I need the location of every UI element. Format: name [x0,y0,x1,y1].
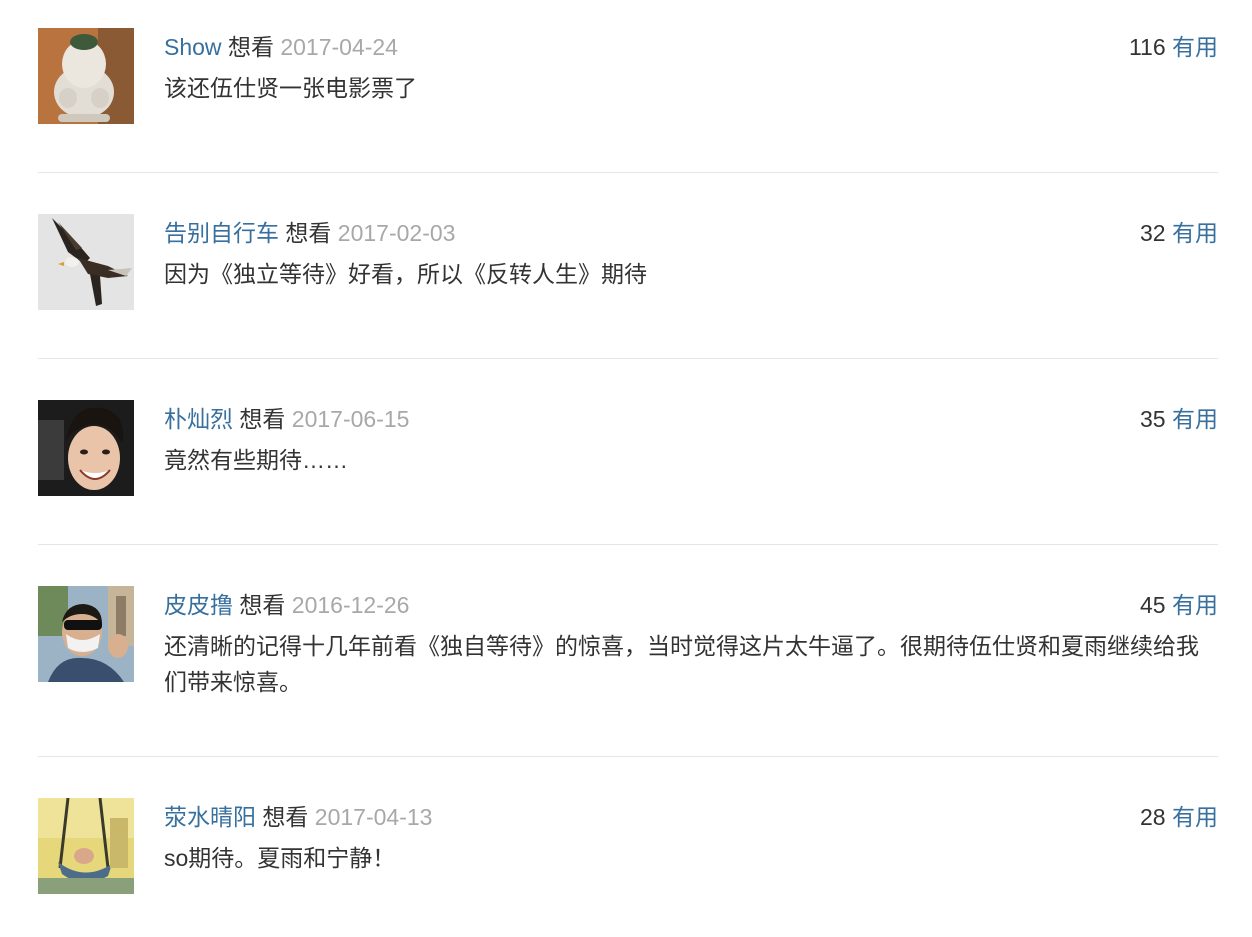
comment-body: 皮皮撸 想看 2016-12-26 45 有用 还清晰的记得十几年前看《独自等待… [164,586,1218,700]
rating-status: 想看 [227,34,274,60]
comment-item: Show 想看 2017-04-24 116 有用 该还伍仕贤一张电影票了 [38,28,1218,173]
comment-meta: 皮皮撸 想看 2016-12-26 [164,586,1218,624]
comment-body: 荥水晴阳 想看 2017-04-13 28 有用 so期待。夏雨和宁静！ [164,798,1218,876]
comment-meta: Show 想看 2017-04-24 [164,28,1218,66]
comment-item: 朴灿烈 想看 2017-06-15 35 有用 竟然有些期待…… [38,359,1218,545]
vote-area: 116 有用 [1129,28,1218,66]
comment-item: 告别自行车 想看 2017-02-03 32 有用 因为《独立等待》好看，所以《… [38,173,1218,359]
swing-photo-avatar[interactable] [38,798,134,894]
author-link[interactable]: 朴灿烈 [164,406,233,432]
vote-area: 35 有用 [1140,400,1218,438]
comment-body: Show 想看 2017-04-24 116 有用 该还伍仕贤一张电影票了 [164,28,1218,106]
comment-text: 因为《独立等待》好看，所以《反转人生》期待 [164,261,647,287]
comment-body: 朴灿烈 想看 2017-06-15 35 有用 竟然有些期待…… [164,400,1218,478]
vote-count: 35 [1140,406,1166,432]
comment-text: 该还伍仕贤一张电影票了 [164,75,417,101]
rating-status: 想看 [239,592,286,618]
vote-area: 32 有用 [1140,214,1218,252]
comment-text: so期待。夏雨和宁静！ [164,845,396,871]
author-link[interactable]: 告别自行车 [164,220,279,246]
vote-count: 28 [1140,804,1166,830]
author-link[interactable]: 皮皮撸 [164,592,233,618]
comment-date: 2017-04-24 [280,34,398,60]
comment-date: 2017-02-03 [337,220,456,246]
smiling-face-avatar[interactable] [38,400,134,496]
comment-date: 2016-12-26 [291,592,410,618]
useful-button[interactable]: 有用 [1172,592,1218,618]
figurine-avatar[interactable] [38,28,134,124]
comment-text: 还清晰的记得十几年前看《独自等待》的惊喜，当时觉得这片太牛逼了。很期待伍仕贤和夏… [164,633,1199,695]
vote-count: 32 [1140,220,1166,246]
useful-button[interactable]: 有用 [1172,406,1218,432]
masked-selfie-avatar[interactable] [38,586,134,682]
useful-button[interactable]: 有用 [1172,804,1218,830]
eagle-avatar[interactable] [38,214,134,310]
author-link[interactable]: 荥水晴阳 [164,804,256,830]
comment-item: 皮皮撸 想看 2016-12-26 45 有用 还清晰的记得十几年前看《独自等待… [38,545,1218,757]
comment-meta: 朴灿烈 想看 2017-06-15 [164,400,1218,438]
vote-area: 45 有用 [1140,586,1218,624]
vote-count: 116 [1128,34,1166,60]
comment-date: 2017-06-15 [291,406,410,432]
useful-button[interactable]: 有用 [1172,220,1218,246]
author-link[interactable]: Show [164,34,222,60]
rating-status: 想看 [262,804,309,830]
vote-count: 45 [1140,592,1166,618]
comment-meta: 荥水晴阳 想看 2017-04-13 [164,798,1218,836]
useful-button[interactable]: 有用 [1172,34,1218,60]
comment-meta: 告别自行车 想看 2017-02-03 [164,214,1218,252]
vote-area: 28 有用 [1140,798,1218,836]
comment-date: 2017-04-13 [314,804,433,830]
comment-body: 告别自行车 想看 2017-02-03 32 有用 因为《独立等待》好看，所以《… [164,214,1218,292]
rating-status: 想看 [285,220,332,246]
rating-status: 想看 [239,406,286,432]
comment-item: 荥水晴阳 想看 2017-04-13 28 有用 so期待。夏雨和宁静！ [38,757,1218,937]
comment-list: Show 想看 2017-04-24 116 有用 该还伍仕贤一张电影票了 告别… [38,28,1218,937]
comment-text: 竟然有些期待…… [164,447,348,473]
